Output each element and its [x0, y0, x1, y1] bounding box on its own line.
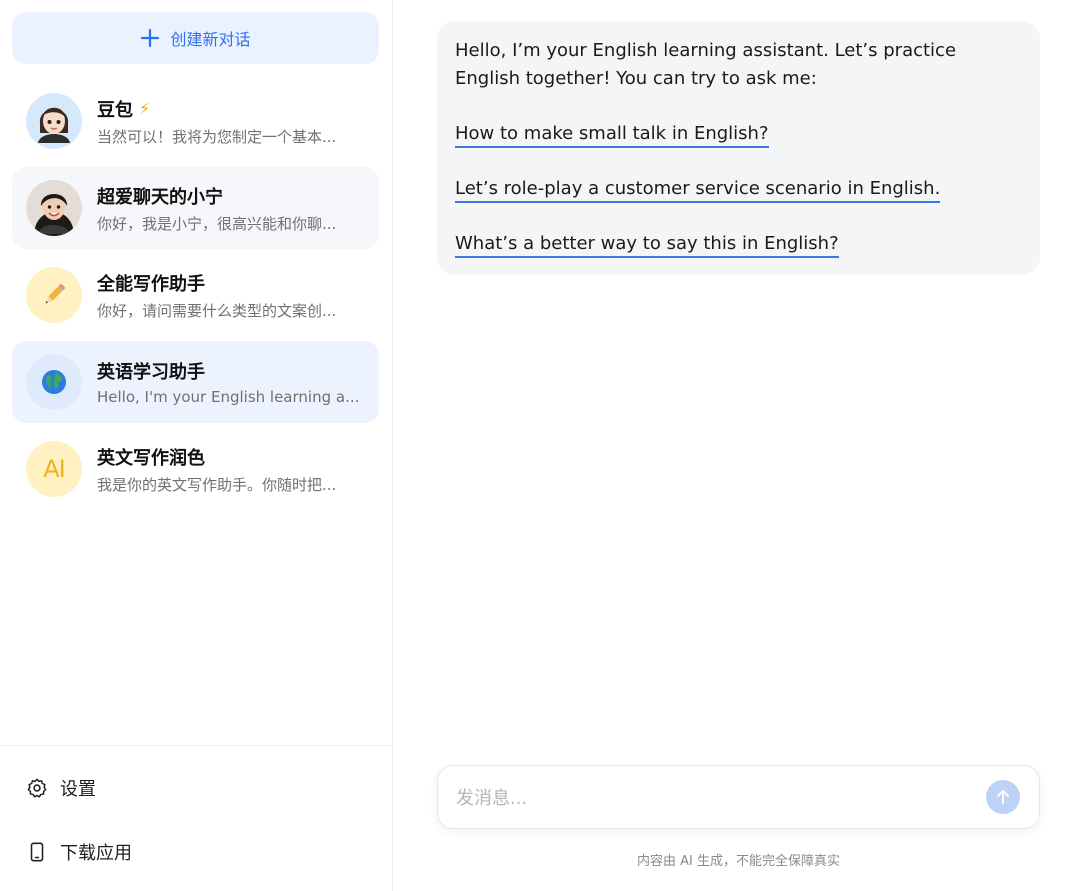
lightning-icon: ⚡: [139, 99, 151, 118]
ai-disclaimer: 内容由 AI 生成，不能完全保障真实: [637, 854, 840, 869]
doubao-avatar-icon: [26, 93, 82, 149]
plus-icon: [141, 28, 160, 48]
sidebar-footer: 设置 下载应用: [0, 745, 393, 891]
conversation-title: 英语学习助手: [97, 362, 205, 383]
conversation-preview: 我是你的英文写作助手。你随时把...: [97, 475, 337, 494]
conversation-list: 豆包 ⚡ 当然可以！我将为您制定一个基本... 超爱聊天的小宁 你好，我是小宁，…: [12, 80, 379, 515]
xiaoning-avatar-icon: [26, 180, 82, 236]
phone-icon: [30, 842, 44, 862]
settings-label: 设置: [60, 779, 96, 800]
conversation-title: 全能写作助手: [97, 273, 205, 295]
conversation-preview: 你好，我是小宁，很高兴能和你聊...: [97, 214, 337, 233]
sidebar: 创建新对话 豆包 ⚡ 当然可以！我将为您制定一个基本... 超爱聊天的小宁 你好…: [0, 0, 393, 891]
conversation-title: 超爱聊天的小宁: [97, 186, 223, 208]
gear-icon: [27, 778, 47, 798]
conversation-item-english-polish[interactable]: AI 英文写作润色 我是你的英文写作助手。你随时把...: [12, 428, 379, 510]
settings-button[interactable]: 设置: [26, 773, 96, 803]
conversation-preview: Hello, I'm your English learning a...: [97, 388, 360, 406]
conversation-title: 豆包: [97, 99, 133, 121]
conversation-item-english-learning[interactable]: 英语学习助手 Hello, I'm your English learning …: [12, 341, 379, 423]
suggestion-link[interactable]: What’s a better way to say this in Engli…: [455, 232, 839, 258]
arrow-up-icon: [997, 790, 1009, 804]
new-chat-label: 创建新对话: [170, 30, 251, 49]
message-composer: [437, 765, 1040, 829]
send-button[interactable]: [986, 780, 1020, 814]
assistant-message: Hello, I’m your English learning assista…: [437, 21, 1040, 275]
download-app-button[interactable]: 下载应用: [26, 837, 132, 867]
download-app-label: 下载应用: [60, 843, 132, 864]
globe-icon: [26, 354, 82, 410]
suggestion-link[interactable]: Let’s role-play a customer service scena…: [455, 177, 941, 203]
conversation-preview: 当然可以！我将为您制定一个基本...: [97, 127, 337, 146]
suggestion-link[interactable]: How to make small talk in English?: [455, 122, 769, 148]
ai-text-icon: AI: [26, 441, 82, 497]
conversation-item-doubao[interactable]: 豆包 ⚡ 当然可以！我将为您制定一个基本...: [12, 80, 379, 162]
conversation-preview: 你好，请问需要什么类型的文案创...: [97, 301, 337, 320]
pencil-icon: [26, 267, 82, 323]
assistant-intro-text: Hello, I’m your English learning assista…: [455, 40, 957, 89]
conversation-item-writing[interactable]: 全能写作助手 你好，请问需要什么类型的文案创...: [12, 254, 379, 336]
conversation-item-xiaoning[interactable]: 超爱聊天的小宁 你好，我是小宁，很高兴能和你聊...: [12, 167, 379, 249]
conversation-title: 英文写作润色: [97, 447, 205, 469]
message-input[interactable]: [456, 782, 956, 814]
ai-text-icon-label: AI: [43, 455, 65, 483]
new-chat-button[interactable]: 创建新对话: [12, 12, 379, 64]
